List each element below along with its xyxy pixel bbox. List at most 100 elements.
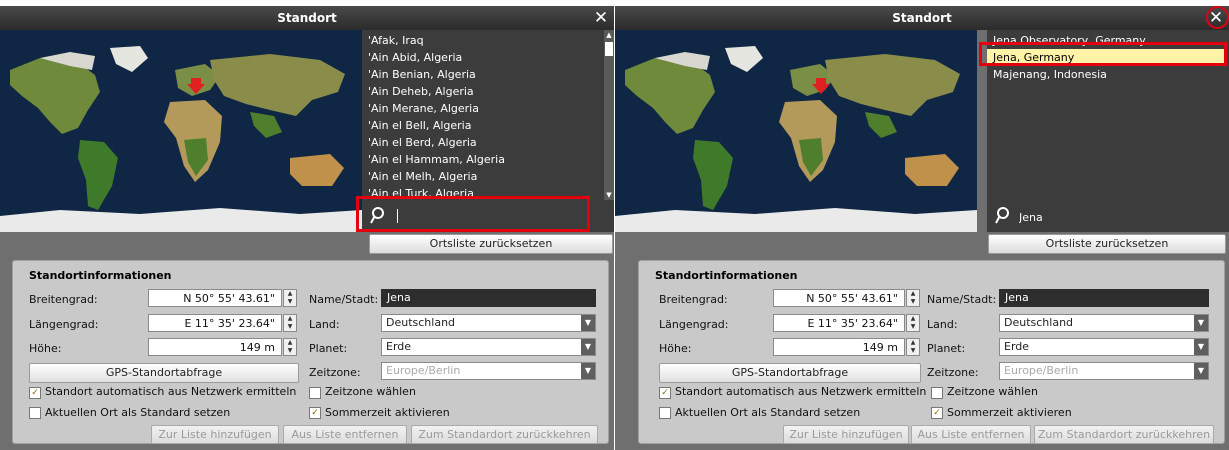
choose-timezone-label: Zeitzone wählen (947, 385, 1038, 398)
location-dialog-right: Standort ✕ Jena Observatory, Germany Jen… (615, 6, 1229, 450)
longitude-field[interactable]: E 11° 35' 23.64" (148, 314, 282, 332)
set-default-checkbox[interactable] (659, 407, 671, 419)
highlight-search-box (356, 196, 590, 232)
set-default-label: Aktuellen Ort als Standard setzen (45, 406, 231, 419)
longitude-label: Längengrad: (29, 318, 99, 331)
info-title: Standortinformationen (29, 269, 172, 282)
auto-network-checkbox[interactable]: ✓ (29, 387, 41, 399)
country-select[interactable]: Deutschland ▼ (381, 314, 596, 332)
latitude-field[interactable]: N 50° 55' 43.61" (148, 289, 282, 307)
gps-location-button[interactable]: GPS-Standortabfrage (29, 363, 299, 383)
timezone-value: Europe/Berlin (386, 364, 461, 377)
scrollbar-thumb[interactable] (605, 42, 613, 56)
gps-location-button[interactable]: GPS-Standortabfrage (659, 363, 921, 383)
auto-network-label: Standort automatisch aus Netzwerk ermitt… (675, 385, 927, 398)
highlight-selected-city (979, 42, 1227, 66)
chevron-down-icon: ▼ (581, 339, 595, 355)
remove-from-list-button[interactable]: Aus Liste entfernen (283, 425, 407, 444)
city-search-input[interactable] (1017, 206, 1221, 228)
altitude-field[interactable]: 149 m (148, 338, 282, 356)
set-default-checkbox[interactable] (29, 407, 41, 419)
latitude-field[interactable]: N 50° 55' 43.61" (773, 289, 905, 307)
dialog-titlebar: Standort ✕ (0, 6, 614, 30)
planet-label: Planet: (309, 342, 348, 355)
add-to-list-button[interactable]: Zur Liste hinzufügen (783, 425, 909, 444)
chevron-down-icon: ▼ (581, 363, 595, 379)
longitude-spinner[interactable]: ▲ ▼ (283, 314, 297, 332)
scroll-down-icon[interactable]: ▼ (604, 190, 614, 200)
list-item[interactable]: 'Ain el Hammam, Algeria (362, 151, 614, 168)
list-item[interactable]: 'Ain el Berd, Algeria (362, 134, 614, 151)
name-field[interactable]: Jena (381, 289, 596, 307)
planet-select[interactable]: Erde ▼ (999, 338, 1209, 356)
list-item[interactable]: 'Ain Merane, Algeria (362, 100, 614, 117)
choose-timezone-checkbox[interactable] (309, 387, 321, 399)
world-map[interactable] (0, 30, 362, 232)
list-item[interactable]: 'Afak, Iraq (362, 32, 614, 49)
timezone-value: Europe/Berlin (1004, 364, 1079, 377)
remove-from-list-button[interactable]: Aus Liste entfernen (911, 425, 1031, 444)
planet-value: Erde (1004, 340, 1030, 353)
dst-label: Sommerzeit aktivieren (947, 406, 1072, 419)
location-dialog-left: Standort ✕ 'Afak, Iraq 'Ain Abid, Algeri… (0, 6, 614, 450)
city-search-bar (987, 200, 1229, 232)
chevron-down-icon: ▼ (581, 315, 595, 331)
dst-checkbox[interactable]: ✓ (309, 407, 321, 419)
list-item[interactable]: 'Ain Deheb, Algeria (362, 83, 614, 100)
world-map-graphic (0, 30, 362, 232)
timezone-select[interactable]: Europe/Berlin ▼ (999, 362, 1209, 380)
world-map[interactable] (615, 30, 977, 232)
country-label: Land: (309, 318, 340, 331)
auto-network-label: Standort automatisch aus Netzwerk ermitt… (45, 385, 297, 398)
list-item[interactable]: 'Ain Abid, Algeria (362, 49, 614, 66)
location-info-group: Standortinformationen Breitengrad: N 50°… (638, 260, 1225, 444)
dst-label: Sommerzeit aktivieren (325, 406, 450, 419)
list-item[interactable]: 'Ain el Bell, Algeria (362, 117, 614, 134)
latitude-spinner[interactable]: ▲ ▼ (283, 289, 297, 307)
planet-label: Planet: (927, 342, 966, 355)
dialog-title: Standort (892, 11, 952, 25)
close-icon[interactable]: ✕ (592, 6, 610, 30)
planet-select[interactable]: Erde ▼ (381, 338, 596, 356)
altitude-spinner[interactable]: ▲ ▼ (906, 338, 920, 356)
auto-network-checkbox[interactable]: ✓ (659, 387, 671, 399)
dialog-title: Standort (277, 11, 337, 25)
reset-city-list-button[interactable]: Ortsliste zurücksetzen (369, 234, 613, 254)
choose-timezone-label: Zeitzone wählen (325, 385, 416, 398)
city-list-scrollbar[interactable]: ▲ ▼ (604, 30, 614, 200)
return-default-button[interactable]: Zum Standardort zurückkehren (411, 425, 598, 444)
planet-value: Erde (386, 340, 412, 353)
return-default-button[interactable]: Zum Standardort zurückkehren (1034, 425, 1214, 444)
reset-city-list-button[interactable]: Ortsliste zurücksetzen (988, 234, 1226, 254)
country-label: Land: (927, 318, 958, 331)
country-value: Deutschland (1004, 316, 1074, 329)
chevron-down-icon: ▼ (1194, 339, 1208, 355)
choose-timezone-checkbox[interactable] (931, 387, 943, 399)
scroll-up-icon[interactable]: ▲ (604, 30, 614, 40)
country-select[interactable]: Deutschland ▼ (999, 314, 1209, 332)
highlight-close-button (1206, 6, 1229, 29)
longitude-spinner[interactable]: ▲ ▼ (906, 314, 920, 332)
name-field[interactable]: Jena (999, 289, 1209, 307)
chevron-down-icon: ▼ (1194, 363, 1208, 379)
list-item[interactable]: 'Ain el Melh, Algeria (362, 168, 614, 185)
latitude-label: Breitengrad: (29, 293, 98, 306)
set-default-label: Aktuellen Ort als Standard setzen (675, 406, 861, 419)
name-label: Name/Stadt: (927, 293, 997, 306)
timezone-select[interactable]: Europe/Berlin ▼ (381, 362, 596, 380)
location-info-group: Standortinformationen Breitengrad: N 50°… (12, 260, 609, 444)
longitude-field[interactable]: E 11° 35' 23.64" (773, 314, 905, 332)
list-item[interactable]: Majenang, Indonesia (987, 66, 1229, 83)
altitude-label: Höhe: (29, 342, 62, 355)
add-to-list-button[interactable]: Zur Liste hinzufügen (151, 425, 279, 444)
list-item[interactable]: 'Ain Benian, Algeria (362, 66, 614, 83)
info-title: Standortinformationen (655, 269, 798, 282)
city-list-items: 'Afak, Iraq 'Ain Abid, Algeria 'Ain Beni… (362, 30, 614, 202)
altitude-spinner[interactable]: ▲ ▼ (283, 338, 297, 356)
latitude-spinner[interactable]: ▲ ▼ (906, 289, 920, 307)
dst-checkbox[interactable]: ✓ (931, 407, 943, 419)
world-map-graphic (615, 30, 977, 232)
altitude-field[interactable]: 149 m (773, 338, 905, 356)
altitude-label: Höhe: (659, 342, 692, 355)
country-value: Deutschland (386, 316, 456, 329)
